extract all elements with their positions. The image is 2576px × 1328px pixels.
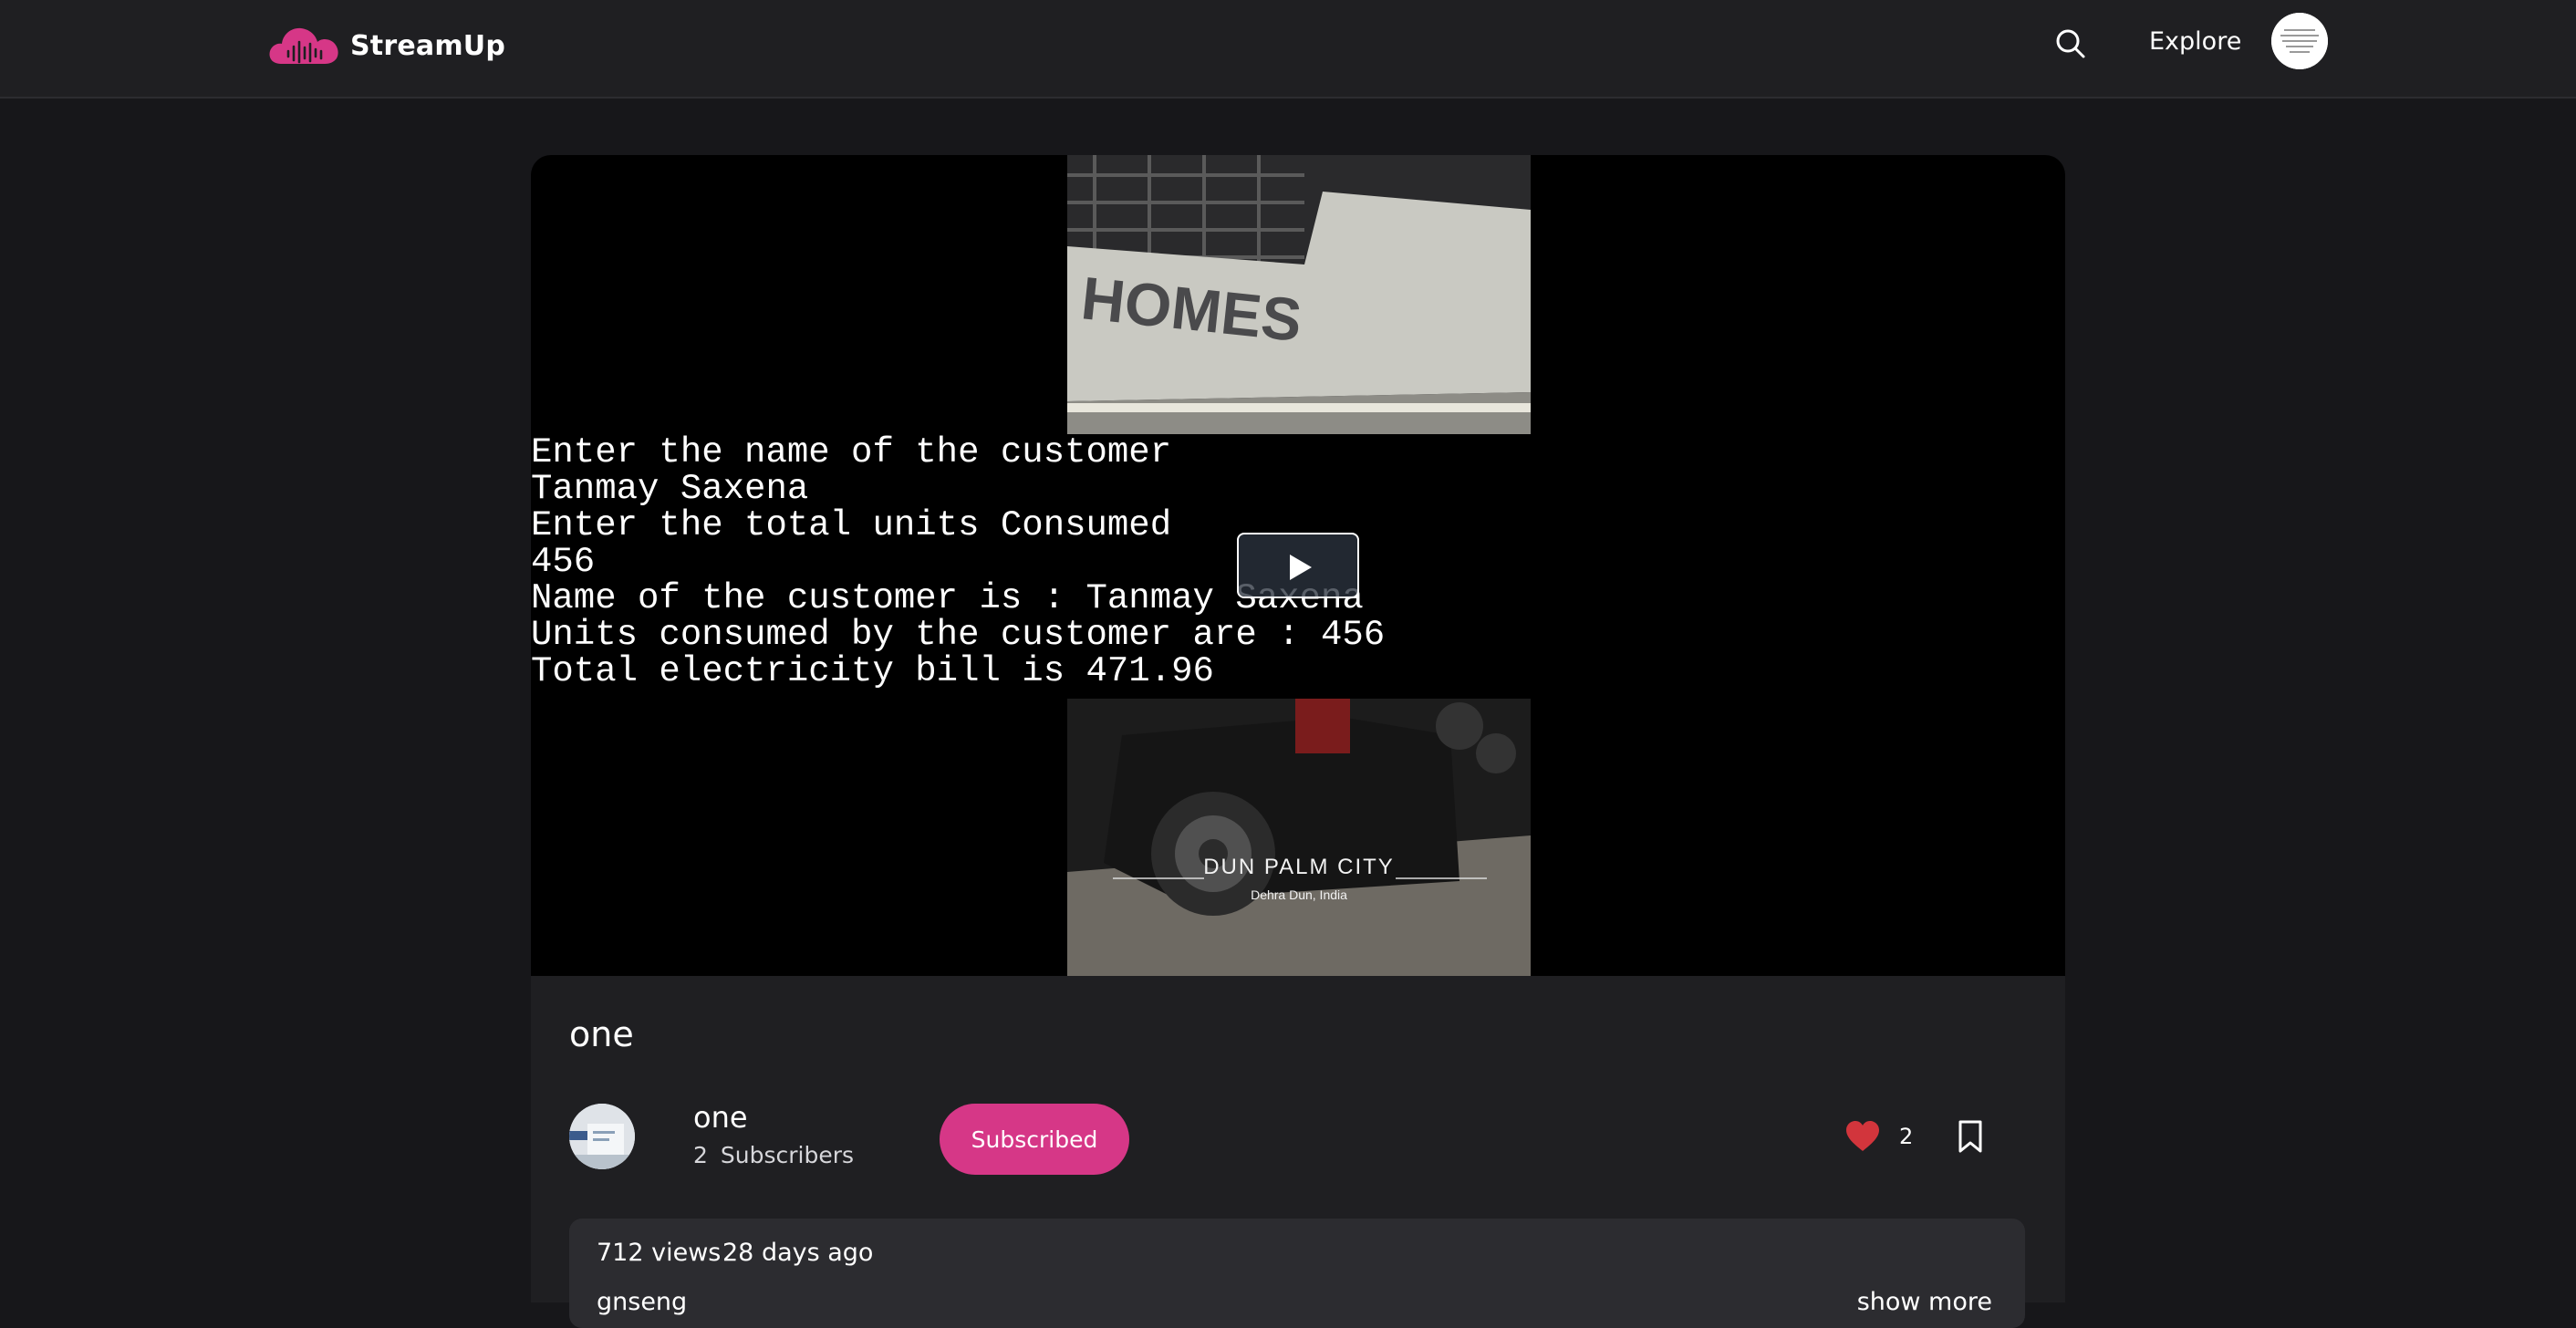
play-icon [1290, 555, 1312, 580]
save-button[interactable] [1956, 1120, 1985, 1153]
location-caption: DUN PALM CITY [1203, 855, 1395, 879]
channel-name[interactable]: one [693, 1100, 748, 1135]
explore-link[interactable]: Explore [2149, 27, 2241, 56]
subscriber-label: Subscribers [720, 1142, 855, 1168]
search-button[interactable] [2054, 27, 2087, 60]
like-count: 2 [1899, 1124, 1914, 1149]
description-box[interactable]: 712 views 28 days ago gnseng show more [569, 1219, 2025, 1328]
view-count: 712 views [597, 1239, 722, 1267]
play-button[interactable] [1237, 533, 1359, 598]
user-avatar-image [2271, 13, 2328, 69]
console-line: Total electricity bill is 471.96 [531, 651, 1214, 691]
video-player[interactable]: HOMES Enter the name of the customer Tan… [531, 155, 2065, 976]
user-avatar[interactable] [2271, 13, 2328, 69]
console-output: Enter the name of the customer Tanmay Sa… [531, 434, 1534, 690]
console-line: 456 [531, 542, 596, 582]
console-line: Tanmay Saxena [531, 469, 809, 509]
heart-icon [1846, 1121, 1879, 1151]
console-line: Enter the total units Consumed [531, 505, 1172, 545]
upload-date: 28 days ago [722, 1239, 874, 1267]
video-frame-bottom: DUN PALM CITY Dehra Dun, India [1067, 699, 1531, 976]
video-frame-top: HOMES [1067, 155, 1531, 434]
subscriber-count: 2 [693, 1142, 708, 1168]
subscribe-button[interactable]: Subscribed [940, 1104, 1129, 1175]
top-navbar: StreamUp Explore [0, 0, 2576, 99]
console-line: Units consumed by the customer are : 456 [531, 615, 1386, 655]
console-line: Enter the name of the customer [531, 432, 1172, 472]
search-icon [2056, 29, 2085, 58]
bookmark-icon [1958, 1120, 1982, 1153]
channel-avatar[interactable] [569, 1104, 635, 1169]
like-button[interactable]: 2 [1844, 1120, 1913, 1153]
location-subcaption: Dehra Dun, India [1251, 887, 1347, 902]
subscriber-info: 2 Subscribers [693, 1142, 867, 1168]
cloud-waveform-icon [269, 27, 338, 64]
brand-logo[interactable]: StreamUp [268, 24, 505, 67]
video-info-panel: one one 2 Subscribers Subscribed 2 712 vi… [531, 976, 2065, 1328]
brand-name: StreamUp [350, 29, 506, 62]
video-title: one [569, 1014, 634, 1054]
